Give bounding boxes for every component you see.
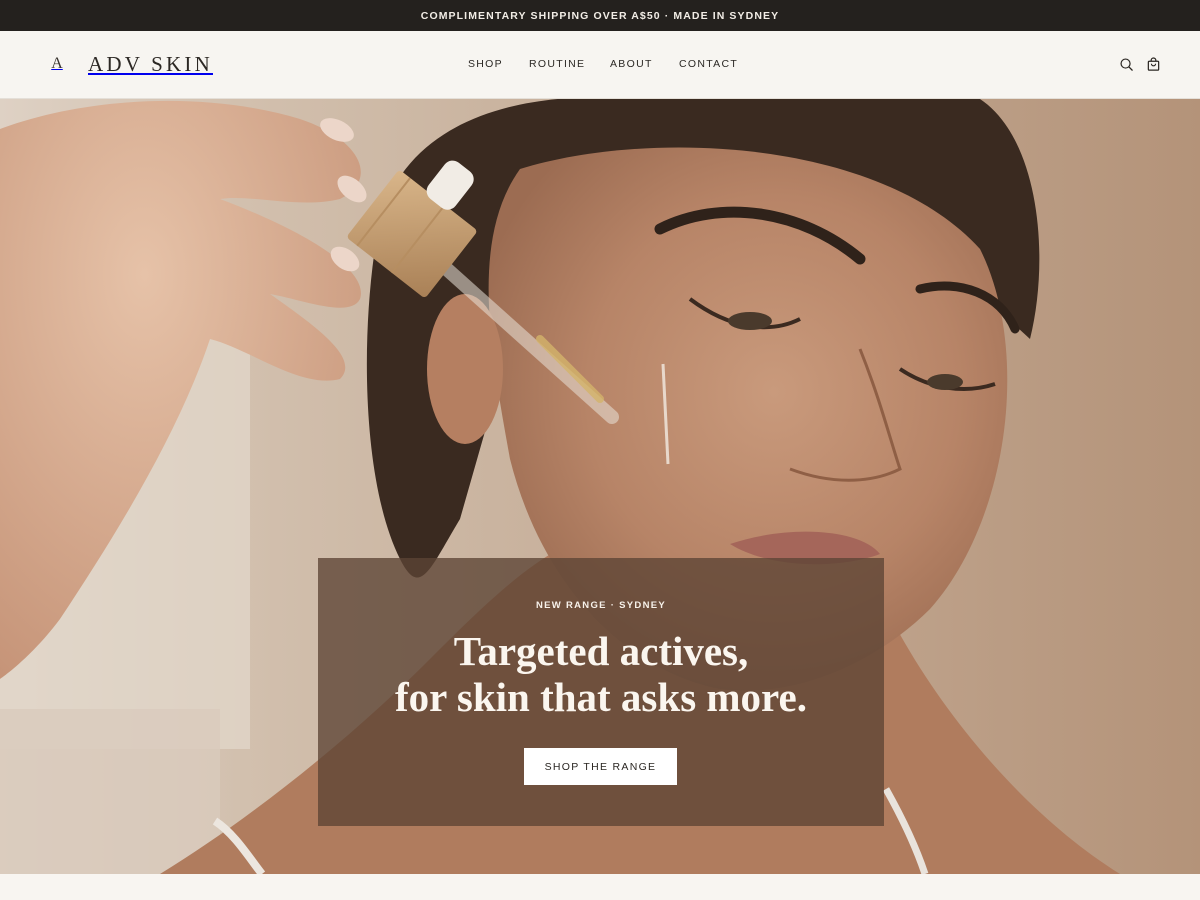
next-section-edge [0,874,1200,900]
shop-the-range-button[interactable]: SHOP THE RANGE [524,748,677,785]
announcement-text: COMPLIMENTARY SHIPPING OVER A$50 · MADE … [420,9,780,22]
announcement-bar: COMPLIMENTARY SHIPPING OVER A$50 · MADE … [0,0,1200,31]
brand-name: ADV SKIN [88,51,213,76]
logo-mark: A [51,55,63,72]
hero-card: NEW RANGE · SYDNEY Targeted actives, for… [318,558,884,826]
cart-icon[interactable] [1146,57,1161,72]
hero-headline: Targeted actives, for skin that asks mor… [318,628,884,720]
nav-shop[interactable]: SHOP [468,58,503,70]
site-header: A ADV SKIN SHOP ROUTINE ABOUT CONTACT [0,31,1200,99]
hero-headline-line1: Targeted actives, [453,628,749,674]
header-icons [1119,57,1161,72]
brand-logo[interactable]: A ADV SKIN [50,52,213,76]
nav-routine[interactable]: ROUTINE [529,58,585,70]
nav-contact[interactable]: CONTACT [679,58,738,70]
nav-about[interactable]: ABOUT [610,58,653,70]
hero-eyebrow: NEW RANGE · SYDNEY [535,600,667,611]
search-icon[interactable] [1119,57,1134,72]
hero-headline-line2: for skin that asks more. [395,674,807,720]
hero: NEW RANGE · SYDNEY Targeted actives, for… [0,99,1200,874]
